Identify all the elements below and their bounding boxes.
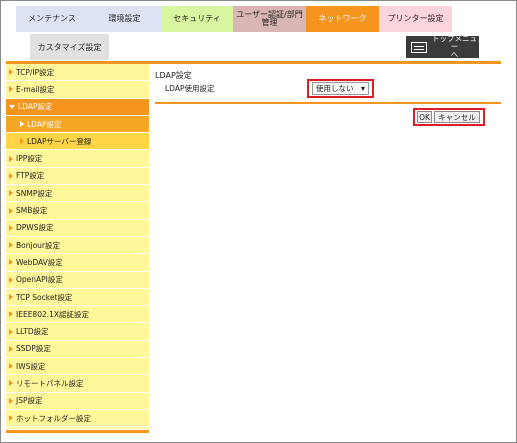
triangle-right-icon: [9, 276, 13, 283]
ok-button[interactable]: OK: [417, 111, 432, 123]
sidebar-item-label: SMB設定: [16, 206, 48, 216]
sidebar-item-label: E-mail設定: [16, 84, 55, 94]
top-menu-label: トップメニュー へ: [432, 34, 477, 59]
tab-4[interactable]: ネットワーク: [306, 6, 379, 32]
sidebar-item-label: Bonjour設定: [16, 240, 60, 250]
chevron-down-icon: [361, 86, 365, 91]
triangle-right-icon: [9, 259, 13, 266]
sidebar-item-label: TCP/IP設定: [16, 67, 55, 77]
triangle-right-icon: [20, 121, 24, 128]
ldap-use-select-value: 使用しない: [316, 84, 354, 93]
sidebar-item[interactable]: TCP/IP設定: [6, 64, 149, 82]
sidebar-item-label: IPP設定: [16, 154, 43, 164]
triangle-right-icon: [9, 86, 13, 93]
main-divider: [155, 102, 501, 104]
menu-icon: [411, 41, 427, 53]
ldap-use-select-highlight: 使用しない: [307, 79, 374, 98]
ldap-use-select[interactable]: 使用しない: [312, 82, 369, 95]
sidebar-item[interactable]: WebDAV設定: [6, 254, 149, 272]
sidebar-item[interactable]: リモートパネル設定: [6, 375, 149, 393]
sidebar-item[interactable]: LDAP設定: [6, 98, 149, 116]
sidebar-item-label: OpenAPI設定: [16, 275, 63, 285]
sidebar-item[interactable]: IEEE802.1X認証設定: [6, 306, 149, 324]
triangle-right-icon: [9, 380, 13, 387]
sidebar-item-label: FTP設定: [16, 171, 45, 181]
sidebar-item[interactable]: LDAPサーバー登録: [6, 133, 149, 151]
triangle-down-icon: [9, 104, 15, 109]
sidebar-item-label: IEEE802.1X認証設定: [16, 309, 90, 319]
triangle-right-icon: [9, 345, 13, 352]
sidebar-item[interactable]: SNMP設定: [6, 185, 149, 203]
tab-1[interactable]: 環境設定: [88, 6, 161, 32]
sidebar-item[interactable]: OpenAPI設定: [6, 272, 149, 289]
triangle-right-icon: [9, 294, 13, 300]
triangle-right-icon: [9, 363, 13, 370]
sidebar-item-label: JSP設定: [16, 396, 43, 406]
sidebar-item-label: TCP Socket設定: [16, 292, 73, 302]
sidebar-item-label: SSDP設定: [16, 344, 51, 354]
sidebar-item[interactable]: JSP設定: [6, 393, 149, 410]
ldap-use-setting-label: LDAP使用設定: [165, 84, 215, 93]
sub-tab-bar: カスタマイズ設定: [30, 34, 109, 60]
triangle-right-icon: [9, 328, 13, 335]
triangle-right-icon: [9, 207, 13, 214]
tab-label: 環境設定: [108, 13, 141, 23]
tab-label: プリンター設定: [387, 13, 444, 23]
tab-3[interactable]: ユーザー認証/部門 管理: [233, 6, 306, 32]
sidebar-bottom-divider: [6, 430, 149, 433]
sidebar-item-label: LDAPサーバー登録: [27, 136, 92, 146]
top-menu-button[interactable]: トップメニュー へ: [406, 34, 479, 59]
sidebar-item-label: LLTD設定: [16, 327, 49, 337]
cancel-button[interactable]: キャンセル: [434, 111, 480, 123]
sidebar-item-label: DPWS設定: [16, 223, 54, 233]
triangle-right-icon: [9, 69, 13, 76]
triangle-right-icon: [9, 311, 13, 318]
sidebar-item[interactable]: E-mail設定: [6, 81, 149, 99]
page-title: LDAP設定: [155, 71, 192, 80]
tab-5[interactable]: プリンター設定: [379, 6, 452, 32]
sidebar-item[interactable]: IWS設定: [6, 358, 149, 376]
tab-label: ユーザー認証/部門 管理: [236, 9, 303, 27]
triangle-right-icon: [9, 415, 13, 422]
sidebar-item[interactable]: SSDP設定: [6, 341, 149, 359]
action-buttons-highlight: OK キャンセル: [413, 108, 485, 126]
main-tab-bar: メンテナンス 環境設定 セキュリティ ユーザー認証/部門 管理 ネットワーク プリンター設…: [16, 6, 492, 32]
sidebar-item-label: IWS設定: [16, 361, 46, 371]
sidebar-item[interactable]: Bonjour設定: [6, 237, 149, 255]
triangle-right-icon: [9, 397, 13, 404]
sidebar-item[interactable]: DPWS設定: [6, 220, 149, 237]
sidebar-item[interactable]: LDAP設定: [6, 115, 149, 134]
tab-customize-settings[interactable]: カスタマイズ設定: [30, 34, 109, 60]
sidebar: TCP/IP設定 E-mail設定 LDAP設定 LDAP設定 LDAPサーバー登録 IP…: [6, 64, 149, 429]
sidebar-item-label: LDAP設定: [18, 102, 53, 112]
tab-label: メンテナンス: [28, 13, 76, 23]
triangle-right-icon: [9, 155, 13, 162]
sidebar-item-label: WebDAV設定: [16, 257, 63, 267]
tab-label: セキュリティ: [173, 13, 221, 23]
triangle-right-icon: [9, 190, 13, 197]
sidebar-item[interactable]: SMB設定: [6, 202, 149, 220]
tab-label: ネットワーク: [318, 13, 367, 23]
sidebar-item-label: ホットフォルダー設定: [16, 413, 91, 423]
sidebar-item[interactable]: IPP設定: [6, 150, 149, 168]
triangle-right-icon: [9, 172, 13, 179]
sidebar-item[interactable]: ホットフォルダー設定: [6, 410, 149, 428]
sidebar-item-label: リモートパネル設定: [16, 378, 84, 388]
tab-0[interactable]: メンテナンス: [16, 6, 88, 32]
sidebar-item-label: LDAP設定: [27, 119, 62, 129]
sidebar-item[interactable]: TCP Socket設定: [6, 289, 149, 307]
triangle-right-icon: [20, 138, 24, 145]
triangle-right-icon: [9, 224, 13, 231]
sidebar-item[interactable]: LLTD設定: [6, 323, 149, 341]
triangle-right-icon: [9, 242, 13, 249]
sidebar-item-label: SNMP設定: [16, 188, 53, 198]
tab-2[interactable]: セキュリティ: [161, 6, 233, 32]
sidebar-item[interactable]: FTP設定: [6, 168, 149, 186]
